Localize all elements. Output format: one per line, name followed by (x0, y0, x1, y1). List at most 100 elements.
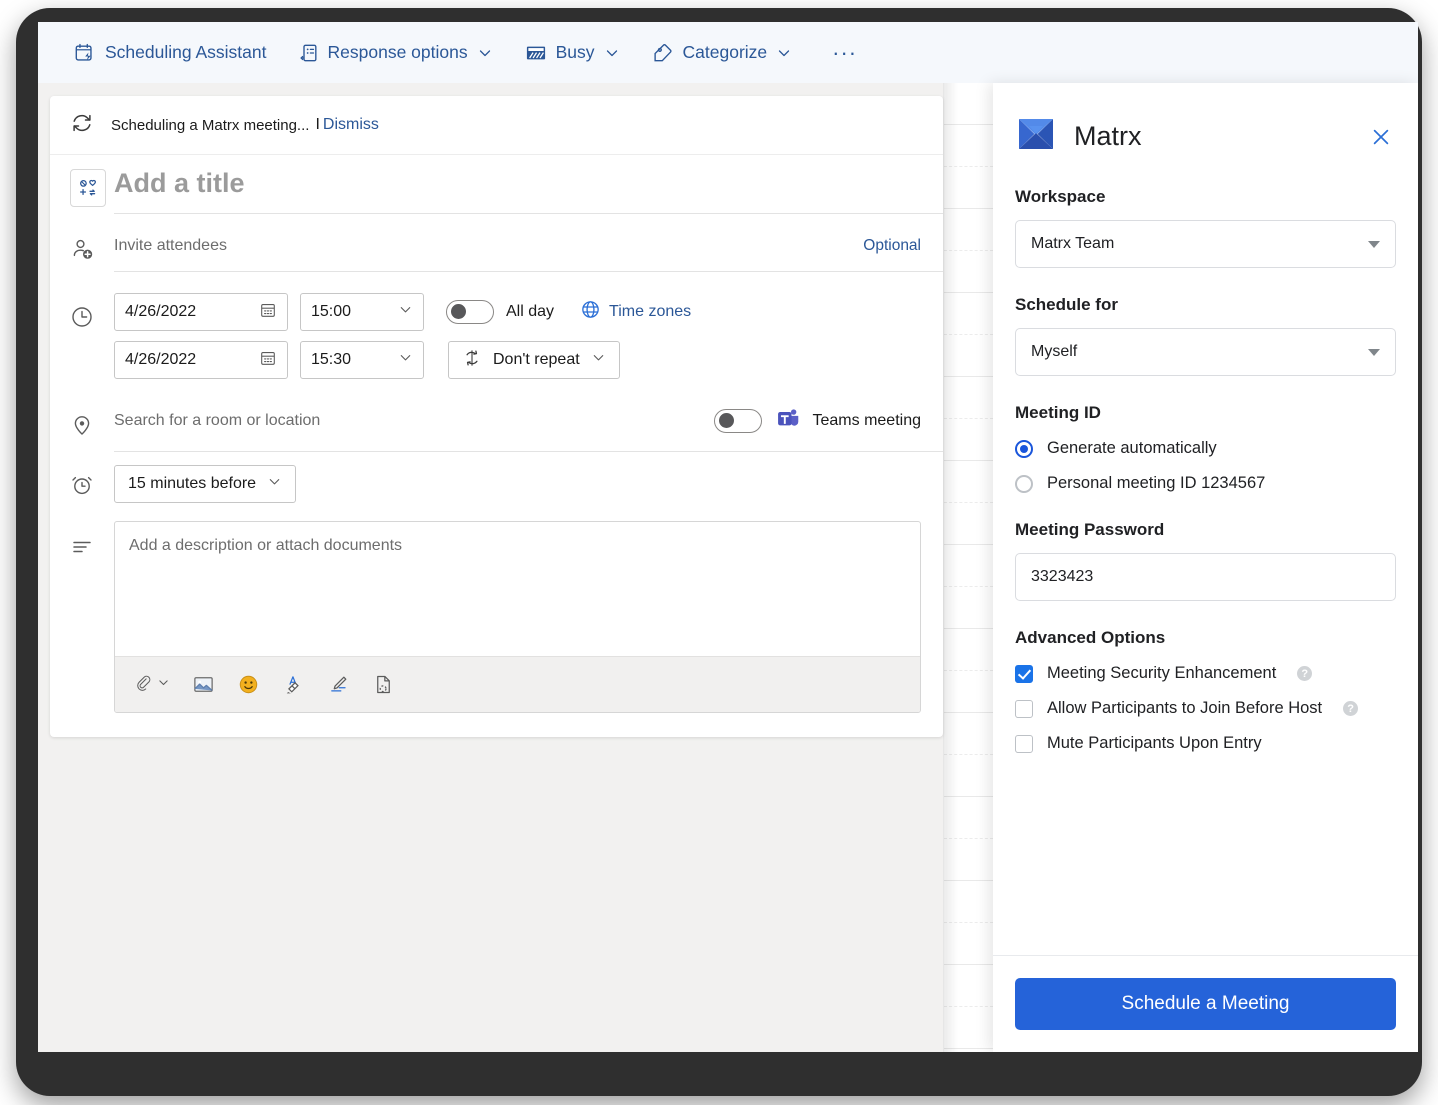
calendar-lightning-icon (74, 42, 96, 64)
command-scheduling-assistant[interactable]: Scheduling Assistant (66, 36, 277, 70)
tag-icon (652, 42, 674, 64)
radio-indicator (1015, 474, 1033, 493)
description-box: Add a description or attach documents (114, 521, 921, 713)
advanced-options-title: Advanced Options (1015, 628, 1166, 647)
panel-footer: Schedule a Meeting (993, 955, 1418, 1052)
checkbox-indicator (1015, 734, 1033, 753)
location-pin-icon (70, 411, 114, 437)
location-input[interactable]: Search for a room or location (114, 412, 320, 430)
start-line: 4/26/2022 15:00 All day Time zones (114, 293, 921, 331)
command-response-options[interactable]: Response options (291, 36, 503, 70)
matrx-bowtie-logo (1015, 113, 1057, 160)
schedule-for-value: Myself (1031, 343, 1078, 360)
response-options-icon (299, 42, 319, 64)
matrx-side-panel: Matrx Workspace Matrx Team Schedule for … (993, 83, 1418, 1052)
description-lines-icon (70, 521, 114, 559)
microsoft-teams-icon (775, 406, 800, 436)
all-day-label: All day (506, 303, 555, 320)
command-label: Busy (555, 42, 595, 62)
meeting-id-title: Meeting ID (1015, 403, 1101, 422)
datetime-fields: 4/26/2022 15:00 All day Time zones 4/26/… (114, 293, 943, 389)
meeting-password-input[interactable]: 3323423 (1015, 553, 1396, 601)
reminder-field-wrap: 15 minutes before (114, 465, 943, 503)
app-screen: Scheduling Assistant Response options Bu… (38, 22, 1418, 1052)
repeat-value: Don't repeat (493, 351, 580, 368)
meeting-password-value: 3323423 (1031, 568, 1094, 585)
event-type-icon[interactable] (70, 169, 106, 207)
insert-document-icon[interactable] (372, 673, 395, 696)
start-date-input[interactable]: 4/26/2022 (114, 293, 288, 331)
checkbox-indicator (1015, 699, 1033, 718)
close-icon[interactable] (1366, 122, 1396, 152)
chevron-down-icon (604, 45, 620, 61)
command-label: Response options (327, 42, 468, 62)
end-time-select[interactable]: 15:30 (300, 341, 424, 379)
chevron-down-icon (591, 350, 606, 370)
option-mute-on-entry[interactable]: Mute Participants Upon Entry (1015, 734, 1396, 753)
dismiss-link[interactable]: Dismiss (323, 116, 379, 134)
sync-refresh-icon (70, 111, 94, 140)
text-highlight-icon[interactable] (282, 673, 305, 696)
teams-meeting-label: Teams meeting (812, 412, 922, 429)
checkbox-label: Allow Participants to Join Before Host (1047, 699, 1323, 717)
command-overflow-button[interactable]: ··· (820, 41, 869, 63)
checkbox-label: Meeting Security Enhancement (1047, 664, 1277, 682)
meeting-id-option-personal[interactable]: Personal meeting ID 1234567 (1015, 474, 1396, 493)
all-day-toggle[interactable] (446, 300, 494, 324)
title-row-icon-cell (70, 167, 114, 207)
schedule-for-select[interactable]: Myself (1015, 328, 1396, 376)
busy-status-icon (525, 43, 547, 63)
radio-label: Personal meeting ID 1234567 (1047, 474, 1266, 492)
panel-header: Matrx (993, 83, 1418, 160)
option-allow-join-before-host[interactable]: Allow Participants to Join Before Host ? (1015, 699, 1396, 718)
reminder-select[interactable]: 15 minutes before (114, 465, 297, 503)
chevron-down-icon (477, 45, 493, 61)
command-label: Categorize (682, 42, 768, 62)
chevron-down-icon (398, 350, 413, 370)
toggle-knob (451, 304, 466, 319)
location-field-wrap: Search for a room or location Teams meet… (114, 396, 943, 452)
title-field-wrap: Add a title (114, 160, 943, 214)
insert-picture-icon[interactable] (192, 673, 215, 696)
chevron-down-icon (1368, 348, 1380, 356)
option-meeting-security-enhancement[interactable]: Meeting Security Enhancement ? (1015, 664, 1396, 683)
end-line: 4/26/2022 15:30 Don't repeat (114, 341, 921, 379)
end-date-value: 4/26/2022 (125, 351, 197, 368)
time-zones-button[interactable]: Time zones (580, 299, 691, 325)
command-categorize[interactable]: Categorize (644, 36, 803, 70)
repeat-select[interactable]: Don't repeat (448, 341, 620, 379)
checkbox-indicator (1015, 664, 1033, 683)
repeat-icon (462, 348, 482, 373)
title-input[interactable]: Add a title (114, 160, 921, 213)
workspace-select[interactable]: Matrx Team (1015, 220, 1396, 268)
schedule-a-meeting-button[interactable]: Schedule a Meeting (1015, 978, 1396, 1030)
meeting-id-option-generate[interactable]: Generate automatically (1015, 439, 1396, 458)
reminder-row: 15 minutes before (50, 453, 943, 515)
help-icon[interactable]: ? (1343, 701, 1359, 716)
attendees-input[interactable]: Invite attendees (114, 237, 227, 255)
workspace-title: Workspace (1015, 187, 1106, 206)
checkbox-label: Mute Participants Upon Entry (1047, 734, 1262, 752)
teams-meeting-toggle[interactable] (713, 409, 762, 433)
radio-label: Generate automatically (1047, 439, 1217, 457)
command-bar: Scheduling Assistant Response options Bu… (38, 22, 1418, 83)
command-busy[interactable]: Busy (517, 36, 630, 69)
attendees-row: Invite attendees Optional (50, 219, 943, 279)
signature-pen-icon[interactable] (327, 673, 350, 696)
start-date-value: 4/26/2022 (125, 303, 197, 320)
chevron-down-icon (398, 302, 413, 322)
description-input[interactable]: Add a description or attach documents (115, 522, 920, 656)
end-date-input[interactable]: 4/26/2022 (114, 341, 288, 379)
attach-file-icon[interactable] (133, 674, 170, 695)
description-wrap: Add a description or attach documents (114, 521, 943, 713)
help-icon[interactable]: ? (1297, 666, 1313, 681)
emoji-icon[interactable] (237, 673, 260, 696)
start-time-select[interactable]: 15:00 (300, 293, 424, 331)
optional-attendees-link[interactable]: Optional (863, 237, 921, 255)
event-form-card: Scheduling a Matrx meeting... I Dismiss (50, 96, 943, 737)
meeting-password-title: Meeting Password (1015, 520, 1165, 539)
notice-separator: I (315, 116, 320, 133)
reminder-value: 15 minutes before (128, 475, 257, 492)
workspace-value: Matrx Team (1031, 235, 1115, 252)
calendar-picker-icon (259, 349, 277, 372)
